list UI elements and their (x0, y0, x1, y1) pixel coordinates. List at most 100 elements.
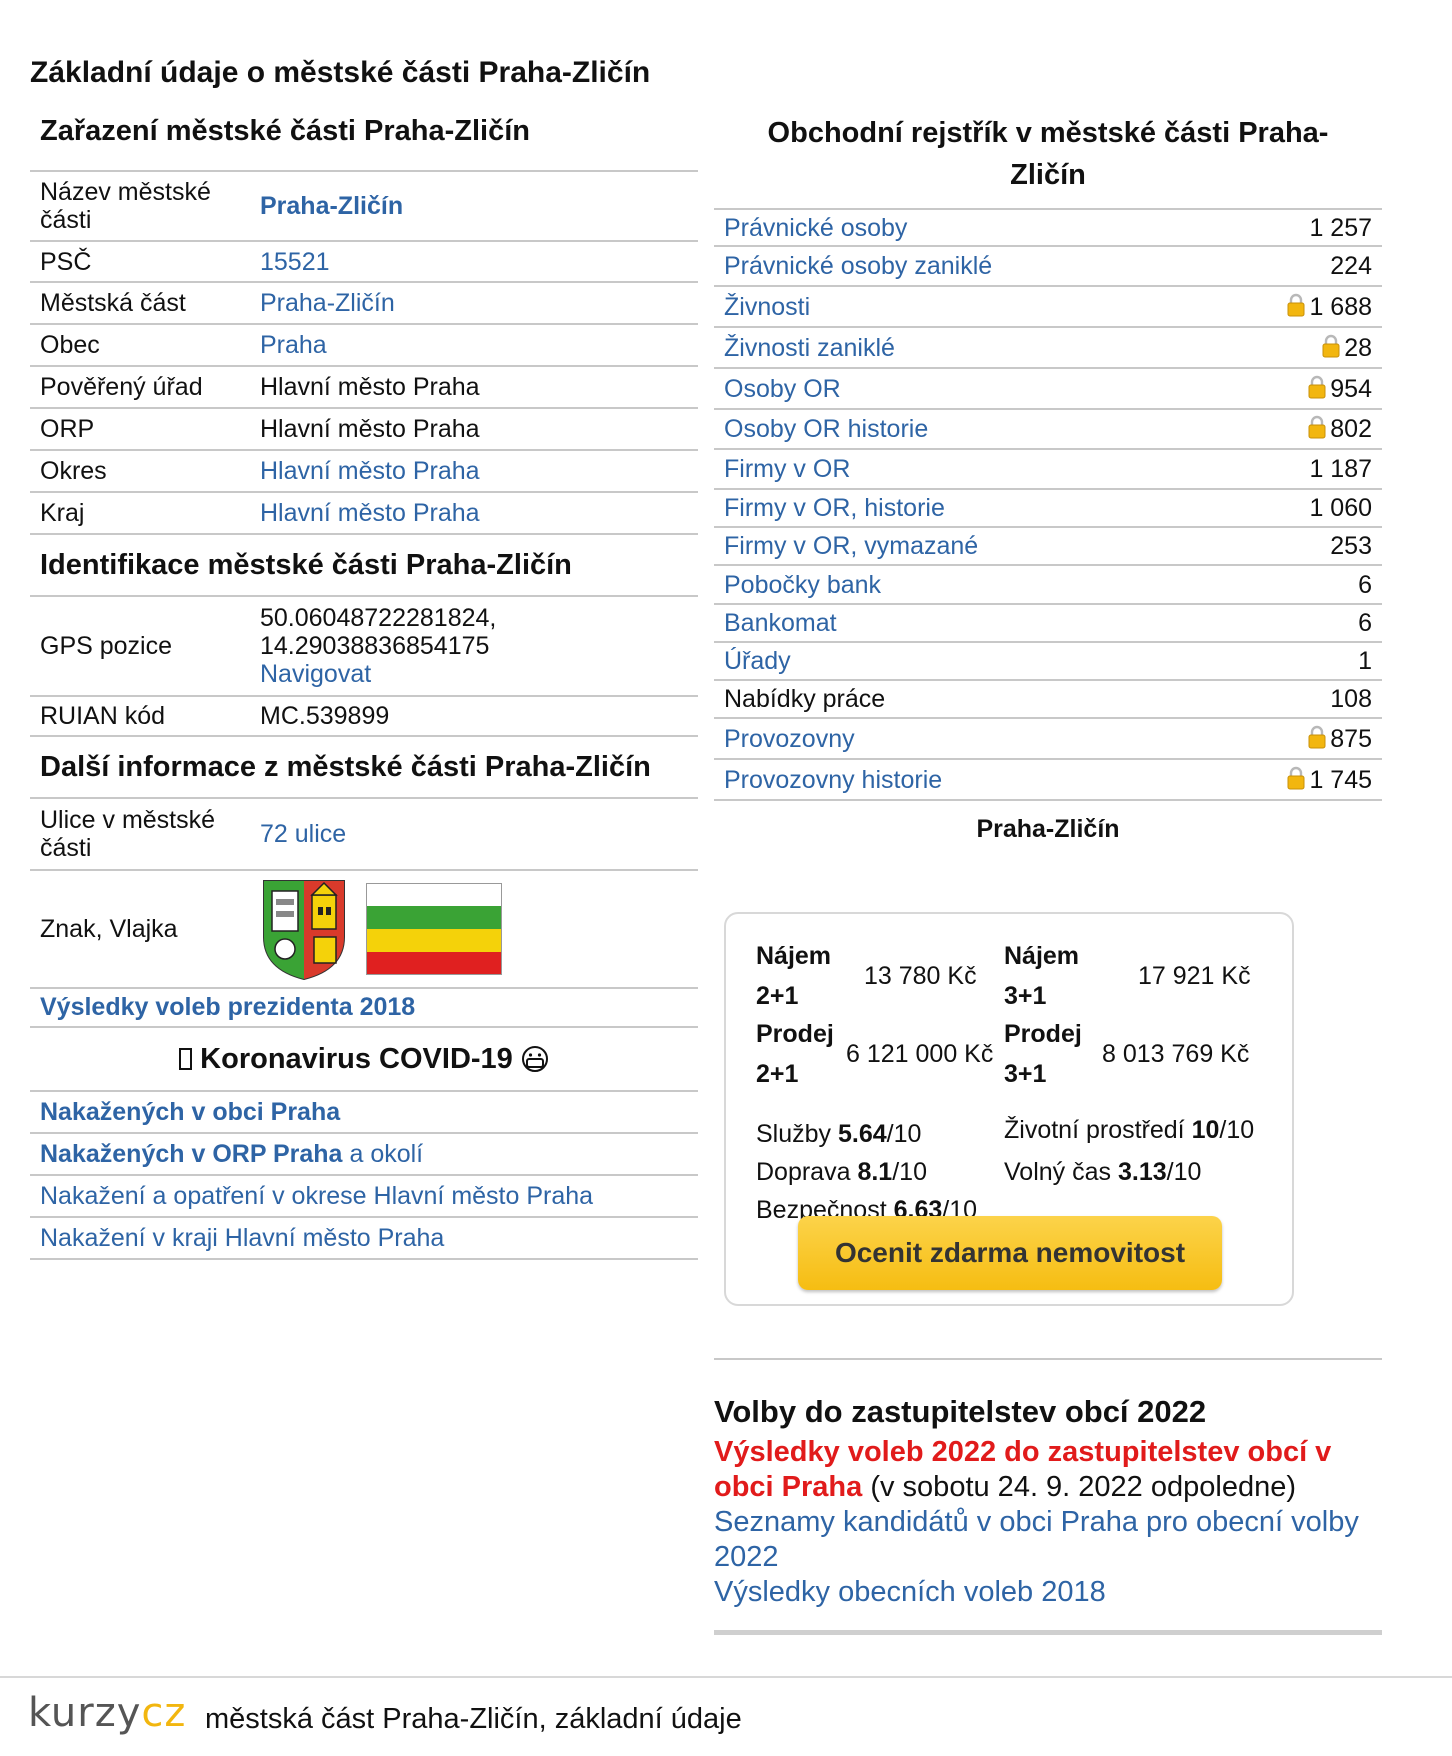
elections-heading: Volby do zastupitelstev obcí 2022 (714, 1394, 1207, 1429)
score-zivotni-prostredi: Životní prostředí 10/10 (1004, 1116, 1255, 1144)
infected-orp-suffix[interactable]: a okolí (349, 1140, 423, 1169)
table-row: Právnické osoby 1 257 (714, 208, 1382, 247)
prodej-31-label: Prodej 3+1 (1004, 1020, 1082, 1088)
table-row: Firmy v OR, historie 1 060 (714, 489, 1382, 528)
flag-icon[interactable] (366, 883, 502, 975)
row-value: Hlavní město Praha (250, 366, 698, 409)
row-label: PSČ (30, 241, 250, 283)
or-row-label[interactable]: Právnické osoby (714, 208, 1203, 247)
or-row-label[interactable]: Firmy v OR, historie (714, 489, 1203, 528)
or-link[interactable]: Bankomat (724, 609, 837, 637)
najem-21-value: 13 780 Kč (864, 961, 977, 990)
or-row-value: 1 187 (1202, 449, 1382, 490)
coat-of-arms-icon[interactable] (260, 877, 348, 981)
identifikace-heading: Identifikace městské části Praha-Zličín (40, 549, 572, 581)
divider (714, 1630, 1382, 1635)
lock-icon[interactable] (1307, 725, 1327, 749)
or-row-label[interactable]: Osoby OR historie (714, 409, 1203, 450)
table-row: Nabídky práce 108 (714, 680, 1382, 719)
okres-link[interactable]: Hlavní město Praha (260, 457, 480, 485)
table-row: Pobočky bank 6 (714, 565, 1382, 605)
or-link[interactable]: Firmy v OR, vymazané (724, 532, 978, 560)
estimate-property-button[interactable]: Ocenit zdarma nemovitost (798, 1216, 1222, 1290)
table-row: Osoby OR 954 (714, 368, 1382, 410)
or-row-value: 1 257 (1202, 208, 1382, 247)
footer: kurzycz městská část Praha-Zličín, zákla… (0, 1676, 1452, 1756)
kurzy-logo[interactable]: kurzycz (28, 1690, 186, 1736)
dalsi-heading: Další informace z městské části Praha-Zl… (40, 751, 651, 783)
presidential-elections-link[interactable]: Výsledky voleb prezidenta 2018 (40, 993, 415, 1022)
table-row: Obec Praha (30, 324, 698, 367)
table-row: RUIAN kód MC.539899 (30, 696, 698, 737)
or-row-label[interactable]: Firmy v OR (714, 449, 1203, 490)
infected-obec-link[interactable]: Nakažených v obci Praha (40, 1098, 340, 1127)
or-row-label[interactable]: Pobočky bank (714, 565, 1203, 605)
or-row-label[interactable]: Osoby OR (714, 368, 1203, 410)
lock-icon[interactable] (1286, 766, 1306, 790)
or-value: 802 (1330, 415, 1372, 443)
row-label: RUIAN kód (30, 696, 250, 737)
table-row: Okres Hlavní město Praha (30, 450, 698, 493)
or-row-label[interactable]: Firmy v OR, vymazané (714, 527, 1203, 566)
table-row: Název městské části Praha-Zličín (30, 170, 698, 242)
row-label: Znak, Vlajka (30, 870, 250, 989)
lock-icon[interactable] (1286, 293, 1306, 317)
or-row-value: 1 (1202, 642, 1382, 681)
dalsi-table: Ulice v městské části 72 ulice Znak, Vla… (30, 797, 698, 989)
or-row-label[interactable]: Bankomat (714, 604, 1203, 643)
or-link[interactable]: Živnosti zaniklé (724, 334, 895, 362)
lock-icon[interactable] (1321, 334, 1341, 358)
emblem-cell (250, 870, 698, 989)
infected-okres-link[interactable]: Nakažení a opatření v okrese Hlavní měst… (40, 1182, 593, 1211)
or-value: 28 (1344, 333, 1372, 362)
or-link[interactable]: Firmy v OR, historie (724, 494, 945, 522)
or-row-value: 6 (1202, 565, 1382, 605)
page-title: Základní údaje o městské části Praha-Zli… (30, 56, 651, 89)
infected-obec-row: Nakažených v obci Praha (30, 1092, 698, 1134)
lock-icon[interactable] (1307, 415, 1327, 439)
table-row: Provozovny historie 1 745 (714, 759, 1382, 801)
or-row-label[interactable]: Právnické osoby zaniklé (714, 246, 1203, 287)
or-row-label[interactable]: Úřady (714, 642, 1203, 681)
or-row-label[interactable]: Živnosti zaniklé (714, 327, 1203, 369)
infected-okres-row: Nakažení a opatření v okrese Hlavní měst… (30, 1176, 698, 1218)
or-link[interactable]: Živnosti (724, 293, 810, 321)
or-label: Nabídky práce (724, 685, 886, 713)
or-link[interactable]: Provozovny (724, 725, 855, 753)
or-link[interactable]: Úřady (724, 647, 791, 675)
infected-kraj-link[interactable]: Nakažení v kraji Hlavní město Praha (40, 1224, 444, 1253)
or-row-label[interactable]: Provozovny (714, 718, 1203, 760)
row-value[interactable]: Praha-Zličín (250, 170, 698, 242)
or-row-label[interactable]: Provozovny historie (714, 759, 1203, 801)
kraj-link[interactable]: Hlavní město Praha (260, 499, 480, 527)
table-row: Živnosti 1 688 (714, 286, 1382, 328)
psc-link[interactable]: 15521 (260, 248, 330, 276)
table-row: Městská část Praha-Zličín (30, 282, 698, 325)
or-link[interactable]: Firmy v OR (724, 455, 850, 483)
elections-results-note: (v sobotu 24. 9. 2022 odpoledne) (870, 1471, 1296, 1503)
elections-2018-link[interactable]: Výsledky obecních voleb 2018 (714, 1576, 1106, 1608)
score-sluzby: Služby 5.64/10 (756, 1120, 922, 1148)
or-link[interactable]: Právnické osoby (724, 214, 907, 242)
or-row-label[interactable]: Živnosti (714, 286, 1203, 328)
table-row: Pověřený úřad Hlavní město Praha (30, 366, 698, 409)
covid-heading-text: Koronavirus COVID-19 (200, 1042, 513, 1075)
obec-link[interactable]: Praha (260, 331, 327, 359)
navigate-link[interactable]: Navigovat (260, 660, 371, 688)
district-link[interactable]: Praha-Zličín (260, 192, 403, 220)
infected-orp-link[interactable]: Nakažených v ORP Praha (40, 1140, 342, 1169)
right-column: Obchodní rejstřík v městské části Praha-… (714, 112, 1382, 1635)
or-link[interactable]: Právnické osoby zaniklé (724, 252, 992, 280)
candidates-link[interactable]: Seznamy kandidátů v obci Praha pro obecn… (714, 1506, 1359, 1573)
or-link[interactable]: Osoby OR (724, 375, 841, 403)
divider (714, 1358, 1382, 1360)
mestska-cast-link[interactable]: Praha-Zličín (260, 289, 395, 317)
zarazeni-heading: Zařazení městské části Praha-Zličín (40, 115, 530, 147)
lock-icon[interactable] (1307, 375, 1327, 399)
table-row: GPS pozice 50.06048722281824, 14.2903883… (30, 595, 698, 697)
or-value: 108 (1330, 685, 1372, 713)
or-link[interactable]: Pobočky bank (724, 571, 881, 599)
or-link[interactable]: Osoby OR historie (724, 415, 928, 443)
or-link[interactable]: Provozovny historie (724, 766, 942, 794)
streets-link[interactable]: 72 ulice (260, 820, 346, 848)
